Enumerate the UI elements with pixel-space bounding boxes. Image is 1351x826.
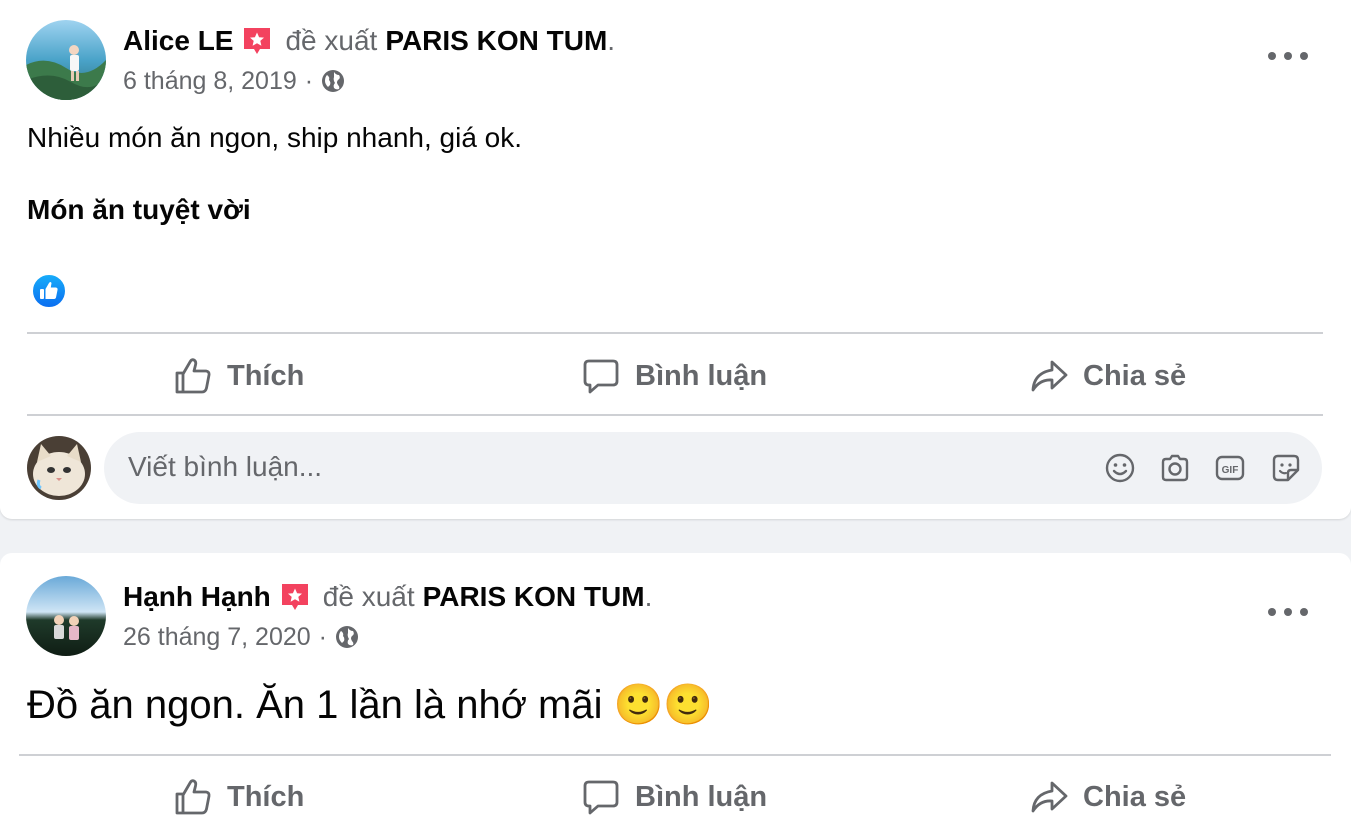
comment-label: Bình luận [635, 780, 768, 813]
comment-button[interactable]: Bình luận [581, 777, 767, 817]
emoji-icon[interactable] [1104, 452, 1136, 484]
thumbs-up-icon [175, 358, 211, 394]
like-label: Thích [227, 359, 305, 392]
meta-separator: · [318, 623, 327, 651]
recommend-label: đề xuất [322, 581, 415, 612]
globe-icon [336, 626, 358, 648]
post-header: Alice LE đề xuất PARIS KON TUM . [123, 24, 615, 58]
period: . [644, 581, 653, 612]
author-name[interactable]: Hạnh Hạnh [123, 580, 271, 614]
comment-placeholder: Viết bình luận... [128, 451, 323, 482]
post-date[interactable]: 6 tháng 8, 2019 [123, 66, 297, 96]
divider [27, 414, 1323, 416]
share-label: Chia sẻ [1083, 359, 1187, 392]
gif-icon[interactable]: GIF [1214, 452, 1246, 484]
more-options-icon[interactable] [1268, 602, 1308, 622]
comment-bubble-icon [583, 359, 619, 394]
more-options-icon[interactable] [1268, 46, 1308, 66]
like-button[interactable]: Thích [173, 777, 304, 817]
page-name[interactable]: PARIS KON TUM [385, 24, 607, 58]
comment-bubble-icon [583, 780, 619, 815]
author-avatar[interactable] [26, 576, 106, 656]
post-meta: 6 tháng 8, 2019 · [123, 66, 345, 96]
globe-icon [322, 70, 345, 92]
period: . [607, 25, 616, 56]
share-button[interactable]: Chia sẻ [1029, 777, 1186, 817]
divider [27, 332, 1323, 334]
page-name[interactable]: PARIS KON TUM [423, 580, 645, 614]
recommendation-badge-icon [244, 28, 271, 54]
share-label: Chia sẻ [1083, 780, 1187, 813]
post-card: Hạnh Hạnh đề xuất PARIS KON TUM . 26 thá… [0, 553, 1351, 826]
svg-text:GIF: GIF [1222, 465, 1239, 476]
like-label: Thích [227, 780, 305, 813]
share-arrow-icon [1031, 781, 1068, 813]
thumbs-up-icon [175, 779, 211, 815]
recommendation-badge-icon [281, 584, 308, 610]
share-arrow-icon [1031, 360, 1068, 392]
post-header: Hạnh Hạnh đề xuất PARIS KON TUM . [123, 580, 652, 614]
post-text-line: Nhiều món ăn ngon, ship nhanh, giá ok. [27, 122, 523, 153]
meta-separator: · [304, 67, 314, 95]
sticker-icon[interactable] [1270, 452, 1302, 484]
like-reaction-icon[interactable] [30, 272, 68, 310]
post-meta: 26 tháng 7, 2020 · [123, 622, 359, 652]
author-avatar[interactable] [26, 20, 106, 100]
post-text-line: Đồ ăn ngon. Ăn 1 lần là nhớ mãi 🙂🙂 [27, 683, 714, 727]
post-card: Alice LE đề xuất PARIS KON TUM . 6 tháng… [0, 0, 1351, 519]
recommend-label: đề xuất [285, 25, 378, 56]
author-name[interactable]: Alice LE [123, 24, 233, 58]
like-button[interactable]: Thích [173, 356, 304, 396]
comment-label: Bình luận [635, 359, 768, 392]
share-button[interactable]: Chia sẻ [1029, 356, 1186, 396]
camera-icon[interactable] [1159, 452, 1191, 484]
comment-button[interactable]: Bình luận [581, 356, 767, 396]
commenter-avatar[interactable] [27, 436, 91, 500]
comment-input[interactable]: Viết bình luận... GIF [104, 432, 1322, 504]
divider [19, 754, 1331, 756]
post-text-line-bold: Món ăn tuyệt vời [27, 194, 251, 225]
post-date[interactable]: 26 tháng 7, 2020 [123, 622, 311, 652]
